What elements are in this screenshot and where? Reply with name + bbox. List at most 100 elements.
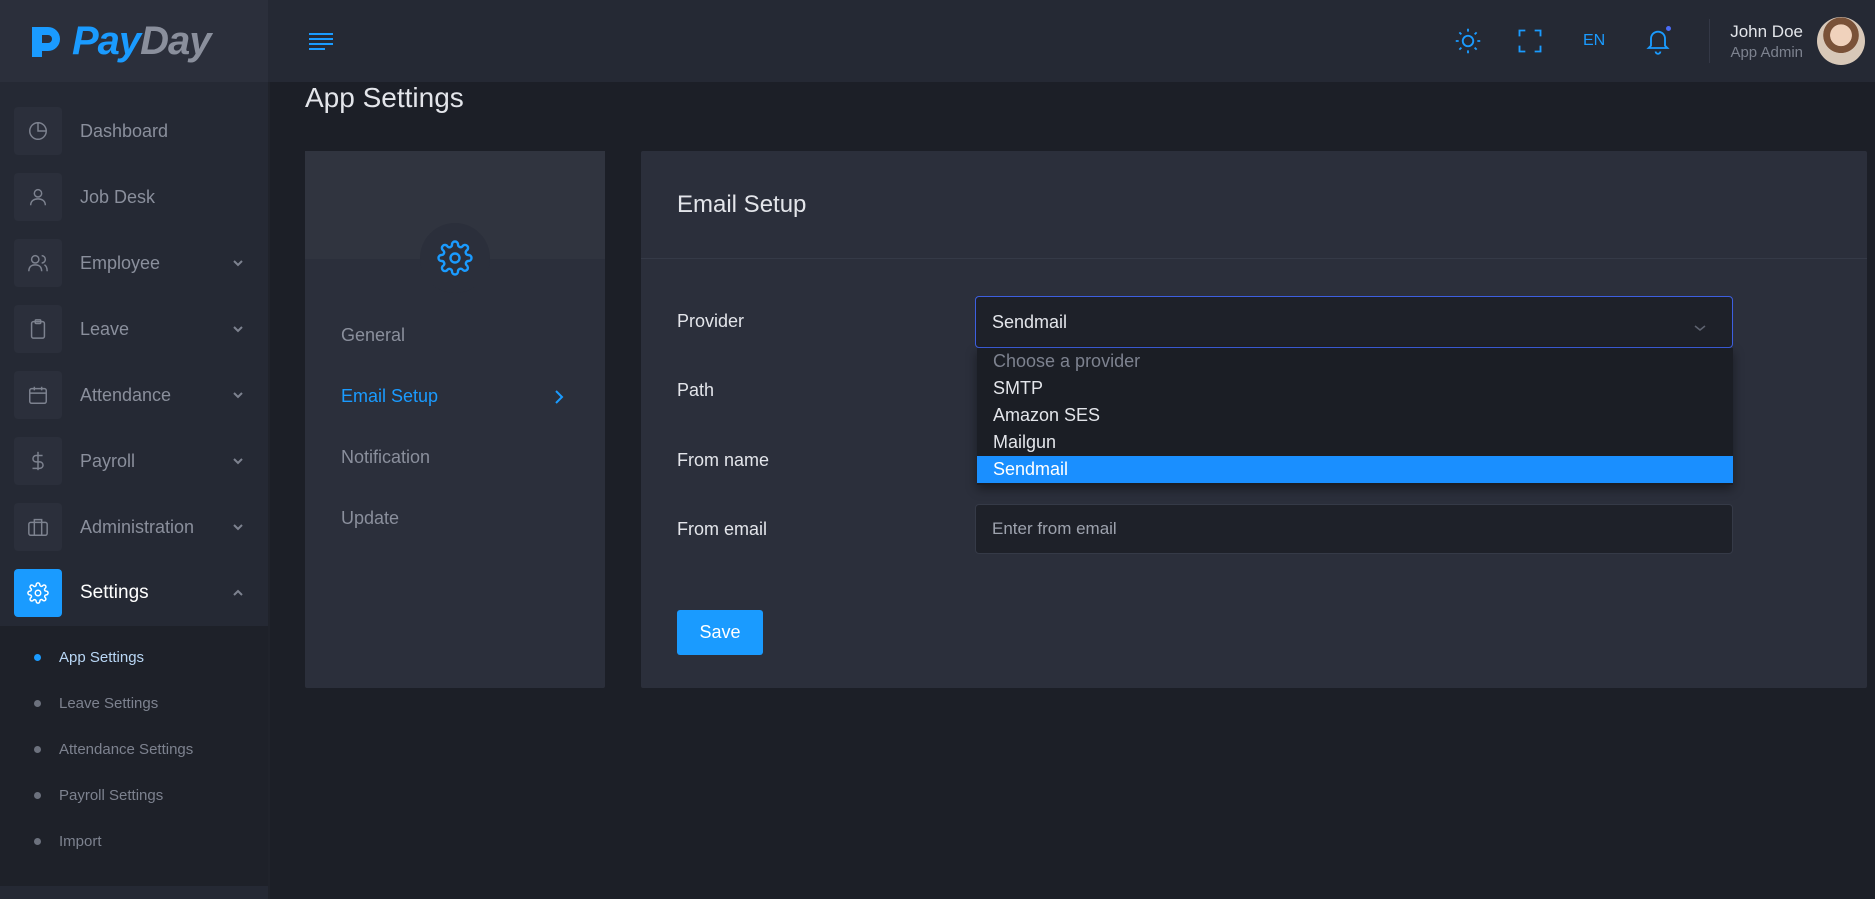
gear-icon [14,569,62,617]
chevron-down-icon [232,388,244,400]
subnav-item-import[interactable]: Import [0,818,268,864]
subnav-item-label: Payroll Settings [59,786,164,804]
chevron-down-icon [232,454,244,466]
panel-title: Email Setup [677,190,807,218]
settings-menu-card: General Email Setup Notification Update [305,151,605,688]
subnav-item-label: App Settings [59,648,145,666]
sidebar-item-payroll[interactable]: Payroll [0,428,268,494]
chevron-down-icon [232,520,244,532]
from-name-label: From name [677,450,770,470]
avatar[interactable] [1817,17,1865,65]
brand-pay: Pay [72,18,141,63]
subnav-item-app-settings[interactable]: App Settings [0,634,268,680]
provider-option-mailgun[interactable]: Mailgun [977,429,1733,456]
subnav-item-attendance-settings[interactable]: Attendance Settings [0,726,268,772]
sidebar-item-label: Employee [80,252,161,273]
sidebar-item-label: Leave [80,318,130,339]
chevron-down-icon [232,322,244,334]
subnav-item-label: Attendance Settings [59,740,194,758]
brand-day: Day [140,18,211,63]
user-icon [14,173,62,221]
language-selector[interactable]: EN [1583,32,1605,50]
sidebar-item-label: Job Desk [80,186,156,207]
sidebar-item-label: Administration [80,516,195,537]
from-email-input[interactable] [975,504,1733,554]
brand-name: PayDay [72,18,212,64]
path-label: Path [677,380,715,400]
provider-select[interactable]: Sendmail [975,296,1733,348]
panel-header: Email Setup [641,151,1867,259]
provider-selected-value: Sendmail [992,311,1068,332]
save-button[interactable]: Save [677,610,763,655]
menu-toggle-icon[interactable] [308,31,334,51]
settings-menu-list: General Email Setup Notification Update [305,259,605,549]
chevron-down-icon [1694,317,1706,331]
dollar-icon [14,437,62,485]
from-email-row: From email [677,519,767,540]
chevron-right-icon [553,389,565,405]
user-name: John Doe [1730,21,1803,41]
settings-tab-notification[interactable]: Notification [305,427,605,488]
sidebar-nav: Dashboard Job Desk Employee Leave Attend… [0,82,268,626]
settings-tab-general[interactable]: General [305,305,605,366]
briefcase-icon [14,503,62,551]
header-actions: EN John Doe App Admin [1437,0,1875,82]
sun-icon[interactable] [1453,26,1483,56]
sidebar: PayDay Dashboard Job Desk Employee Leave… [0,0,268,899]
provider-dropdown-list: Choose a provider SMTP Amazon SES Mailgu… [977,348,1733,485]
fullscreen-icon[interactable] [1515,26,1545,56]
sidebar-item-leave[interactable]: Leave [0,296,268,362]
bullet-dot-icon [34,791,41,799]
subnav-item-payroll-settings[interactable]: Payroll Settings [0,772,268,818]
bullet-dot-icon [34,745,41,753]
gear-icon [420,223,490,293]
sidebar-item-settings[interactable]: Settings [0,560,268,626]
subnav-item-label: Import [59,832,102,850]
user-menu[interactable]: John Doe App Admin [1730,22,1803,61]
users-icon [14,239,62,287]
bell-icon[interactable] [1643,24,1674,56]
provider-option-smtp[interactable]: SMTP [977,375,1733,402]
header-divider [1709,19,1711,63]
pie-chart-icon [14,107,62,155]
path-row: Path [677,380,714,401]
settings-tab-update[interactable]: Update [305,488,605,549]
from-name-row: From name [677,450,769,471]
brand-logo-area[interactable]: PayDay [0,0,268,82]
payday-logo-icon [32,27,60,57]
from-email-label: From email [677,519,768,539]
bullet-dot-icon [34,837,41,845]
chevron-down-icon [232,256,244,268]
sidebar-item-attendance[interactable]: Attendance [0,362,268,428]
provider-label: Provider [677,311,745,331]
sidebar-item-label: Attendance [80,384,172,405]
sidebar-item-job-desk[interactable]: Job Desk [0,164,268,230]
sidebar-item-label: Payroll [80,450,136,471]
provider-option-sendmail[interactable]: Sendmail [977,456,1733,483]
bullet-dot-icon [34,699,41,707]
settings-menu-header [305,151,605,293]
sidebar-edge-divider [268,82,270,899]
settings-tab-label: Update [341,508,400,528]
subnav-item-leave-settings[interactable]: Leave Settings [0,680,268,726]
settings-subnav: App Settings Leave Settings Attendance S… [0,626,268,886]
provider-option-amazon-ses[interactable]: Amazon SES [977,402,1733,429]
email-setup-panel: Email Setup Provider Path From name From… [641,151,1867,688]
subnav-item-label: Leave Settings [59,694,159,712]
sidebar-item-employee[interactable]: Employee [0,230,268,296]
settings-tab-label: Notification [341,447,431,467]
chevron-up-icon [232,586,244,598]
clipboard-icon [14,305,62,353]
top-header: EN John Doe App Admin [268,0,1875,82]
provider-row: Provider [677,311,744,332]
settings-tab-email-setup[interactable]: Email Setup [305,366,605,427]
calendar-icon [14,371,62,419]
sidebar-item-administration[interactable]: Administration [0,494,268,560]
settings-tab-label: General [341,325,406,345]
sidebar-item-label: Dashboard [80,120,169,141]
page-title: App Settings [305,82,464,113]
sidebar-item-label: Settings [80,582,149,603]
sidebar-item-dashboard[interactable]: Dashboard [0,98,268,164]
user-role: App Admin [1730,43,1803,61]
provider-option-placeholder[interactable]: Choose a provider [977,348,1733,375]
